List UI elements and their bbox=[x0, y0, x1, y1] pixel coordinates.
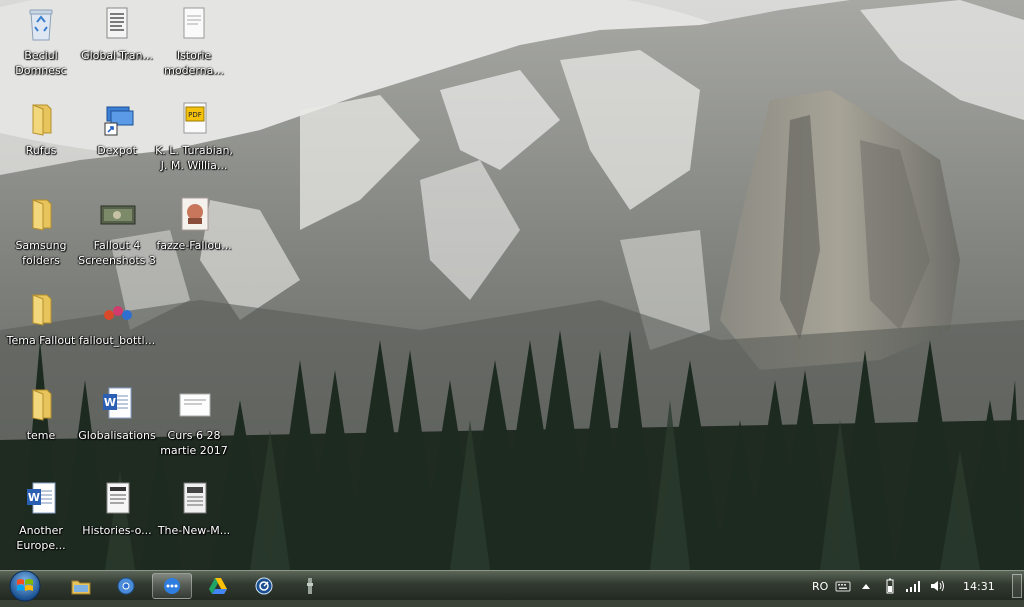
windows-start-orb-icon bbox=[9, 570, 41, 602]
chrome-icon bbox=[117, 577, 135, 595]
icon-label: Tema Fallout bbox=[6, 334, 76, 347]
document-icon bbox=[174, 4, 214, 44]
taskbar-steam-button[interactable] bbox=[244, 573, 284, 599]
taskbar-chrome-button[interactable] bbox=[106, 573, 146, 599]
desktop-icon-turabian-pdf[interactable]: PDF K. L. Turabian, J. M. Willia... bbox=[153, 97, 235, 187]
word-document-icon: W bbox=[21, 479, 61, 519]
desktop-icon-becul-domnesc[interactable]: Beciul Domnesc bbox=[0, 2, 82, 92]
desktop-icon-fallout-bottl[interactable]: fallout_bottl... bbox=[76, 287, 158, 377]
icon-label: Rufus bbox=[25, 144, 57, 157]
image-icon bbox=[97, 289, 137, 329]
folder-icon bbox=[21, 289, 61, 329]
icon-label: Curs 6 28 martie 2017 bbox=[160, 429, 228, 457]
recycle-bin-icon bbox=[21, 4, 61, 44]
svg-text:W: W bbox=[28, 491, 40, 504]
desktop-icon-samsung-folders[interactable]: Samsung folders bbox=[0, 192, 82, 282]
folder-icon bbox=[21, 194, 61, 234]
desktop-icon-fallout4-screenshots[interactable]: Fallout 4 Screenshots 3 bbox=[76, 192, 158, 282]
desktop-icon-another-europe[interactable]: W Another Europe... bbox=[0, 477, 82, 567]
google-drive-icon bbox=[209, 578, 227, 594]
desktop-icon-curs-6-28[interactable]: Curs 6 28 martie 2017 bbox=[153, 382, 235, 472]
icon-label: Samsung folders bbox=[15, 239, 67, 267]
desktop-icon-fazze-fallout[interactable]: fazze-Fallou... bbox=[153, 192, 235, 282]
screenshot-folder-icon bbox=[97, 194, 137, 234]
taskbar-fallout-button[interactable] bbox=[290, 573, 330, 599]
taskbar-google-drive-button[interactable] bbox=[198, 573, 238, 599]
desktop-icon-tema-fallout[interactable]: Tema Fallout bbox=[0, 287, 82, 377]
show-hidden-icons-chevron-up-icon[interactable] bbox=[861, 571, 871, 601]
icon-label: Beciul Domnesc bbox=[15, 49, 67, 77]
desktop-icon-global-tran[interactable]: Global-Tran... bbox=[76, 2, 158, 92]
desktop-icon-rufus[interactable]: Rufus bbox=[0, 97, 82, 187]
icon-label: Istorie moderna... bbox=[164, 49, 224, 77]
document-icon bbox=[174, 479, 214, 519]
volume-icon[interactable] bbox=[929, 571, 945, 601]
desktop-icon-istorie-moderna[interactable]: Istorie moderna... bbox=[153, 2, 235, 92]
document-icon bbox=[97, 4, 137, 44]
file-explorer-icon bbox=[71, 580, 91, 595]
folder-icon bbox=[21, 384, 61, 424]
battery-icon[interactable] bbox=[885, 571, 895, 601]
svg-text:W: W bbox=[104, 396, 116, 409]
taskbar-dexpot-button[interactable] bbox=[152, 573, 192, 599]
icon-label: teme bbox=[26, 429, 56, 442]
icon-label: Global-Tran... bbox=[81, 49, 153, 62]
keyboard-icon[interactable] bbox=[835, 571, 851, 601]
folder-icon bbox=[21, 99, 61, 139]
pdf-icon: PDF bbox=[174, 99, 214, 139]
svg-text:PDF: PDF bbox=[188, 111, 202, 119]
icon-label: Another Europe... bbox=[16, 524, 66, 552]
desktop-icon-the-new-m[interactable]: The-New-M... bbox=[153, 477, 235, 567]
system-tray: RO 14:31 bbox=[809, 571, 1024, 601]
steam-icon bbox=[255, 577, 273, 595]
icon-label: Fallout 4 Screenshots 3 bbox=[78, 239, 156, 267]
show-desktop-button[interactable] bbox=[1012, 574, 1022, 598]
dexpot-shortcut-icon bbox=[97, 99, 137, 139]
taskbar-file-explorer-button[interactable] bbox=[61, 573, 101, 599]
icon-label: Globalisations bbox=[78, 429, 156, 442]
icon-label: fallout_bottl... bbox=[78, 334, 156, 347]
desktop-icon-globalisations[interactable]: W Globalisations bbox=[76, 382, 158, 472]
image-icon bbox=[174, 194, 214, 234]
icon-label: fazze-Fallou... bbox=[156, 239, 232, 252]
desktop-icon-dexpot[interactable]: Dexpot bbox=[76, 97, 158, 187]
signal-strength-icon[interactable] bbox=[905, 571, 921, 601]
language-indicator[interactable]: RO bbox=[812, 571, 828, 601]
document-icon bbox=[97, 479, 137, 519]
fallout-game-icon bbox=[307, 578, 313, 594]
icon-label: K. L. Turabian, J. M. Willia... bbox=[155, 144, 233, 172]
dexpot-icon bbox=[164, 578, 180, 594]
clock[interactable]: 14:31 bbox=[963, 571, 995, 601]
start-button[interactable] bbox=[5, 569, 45, 603]
taskbar: RO 14:31 bbox=[0, 569, 1024, 603]
desktop-icon-histories[interactable]: Histories-o... bbox=[76, 477, 158, 567]
document-icon bbox=[174, 384, 214, 424]
icon-label: Dexpot bbox=[97, 144, 137, 157]
icon-label: The-New-M... bbox=[157, 524, 231, 537]
icon-label: Histories-o... bbox=[82, 524, 152, 537]
desktop-icon-teme[interactable]: teme bbox=[0, 382, 82, 472]
word-document-icon: W bbox=[97, 384, 137, 424]
